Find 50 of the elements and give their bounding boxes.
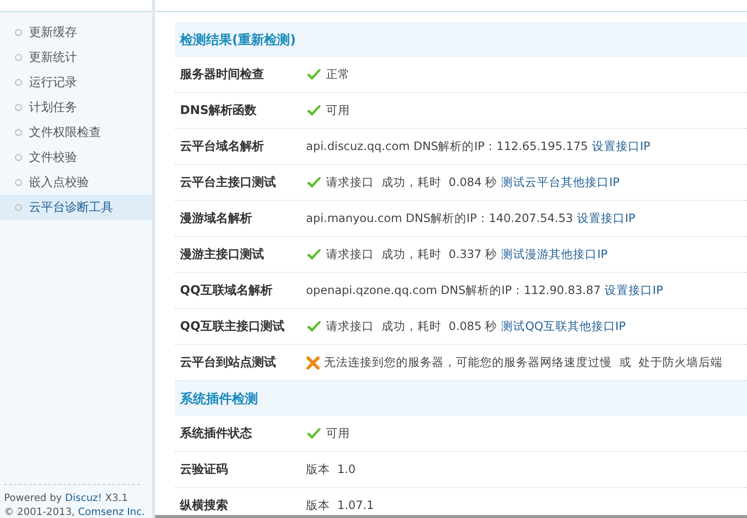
action-link[interactable]: 测试QQ互联其他接口IP [501,319,626,334]
check-icon [306,248,322,262]
section-title: 系统插件检测 [180,390,258,408]
check-label: DNS解析函数 [180,102,258,119]
sidebar-item[interactable]: 嵌入点校验 [0,170,152,195]
sidebar-item[interactable]: 更新缓存 [0,20,152,45]
footer-link[interactable]: Comsenz Inc. [78,507,145,518]
check-label: 云验证码 [180,461,229,478]
check-icon [306,104,322,118]
check-label: QQ互联域名解析 [180,282,274,299]
cross-icon [306,356,320,370]
action-link[interactable]: 测试漫游其他接口IP [501,247,608,262]
sidebar-item[interactable]: 云平台诊断工具 [0,195,152,220]
check-label: 云平台到站点测试 [180,354,277,371]
action-link[interactable]: 设置接口IP [604,283,663,298]
sidebar-item[interactable]: 更新统计 [0,45,152,70]
action-link[interactable]: 设置接口IP [592,139,650,154]
check-result: 版本 1.07.1 [306,498,374,513]
sidebar-item[interactable]: 运行记录 [0,70,152,95]
sidebar-item[interactable]: 文件校验 [0,145,152,170]
check-result: 请求接口 成功，耗时 0.337 秒 [326,247,498,262]
check-result: api.manyou.com DNS解析的IP：140.207.54.53 [306,211,573,226]
sidebar-item[interactable]: 文件权限检查 [0,120,152,145]
check-result: 请求接口 成功，耗时 0.085 秒 [326,319,498,334]
check-result: 无法连接到您的服务器，可能您的服务器网络速度过慢 或 处于防火墙后端 [324,355,723,370]
check-result: 可用 [326,426,350,441]
check-icon [306,320,322,334]
check-label: 漫游主接口测试 [180,246,265,263]
check-label: 云平台域名解析 [180,138,265,155]
check-result: 请求接口 成功，耗时 0.084 秒 [326,175,498,190]
check-result: api.discuz.qq.com DNS解析的IP：112.65.195.175 [306,139,588,154]
check-icon [306,426,322,440]
check-icon [306,68,322,82]
check-label: 纵横搜索 [180,497,229,514]
check-result: 正常 [326,67,350,82]
check-result: 版本 1.0 [306,462,356,477]
action-link[interactable]: 测试云平台其他接口IP [501,175,620,190]
check-icon [306,176,322,190]
footer-link[interactable]: Discuz! [65,493,102,504]
footer-text: Powered by Discuz! X3.1 [4,493,129,504]
action-link[interactable]: 设置接口IP [576,211,636,226]
sidebar-item[interactable]: 计划任务 [0,95,152,120]
check-label: QQ互联主接口测试 [180,318,286,335]
check-label: 漫游域名解析 [180,210,253,227]
check-label: 系统插件状态 [180,425,253,442]
check-label: 服务器时间检查 [180,66,265,83]
check-result: openapi.qzone.qq.com DNS解析的IP：112.90.83.87 [306,283,601,298]
check-label: 云平台主接口测试 [180,174,277,191]
check-result: 可用 [326,103,350,118]
section-title: 检测结果(重新检测) [180,32,296,48]
